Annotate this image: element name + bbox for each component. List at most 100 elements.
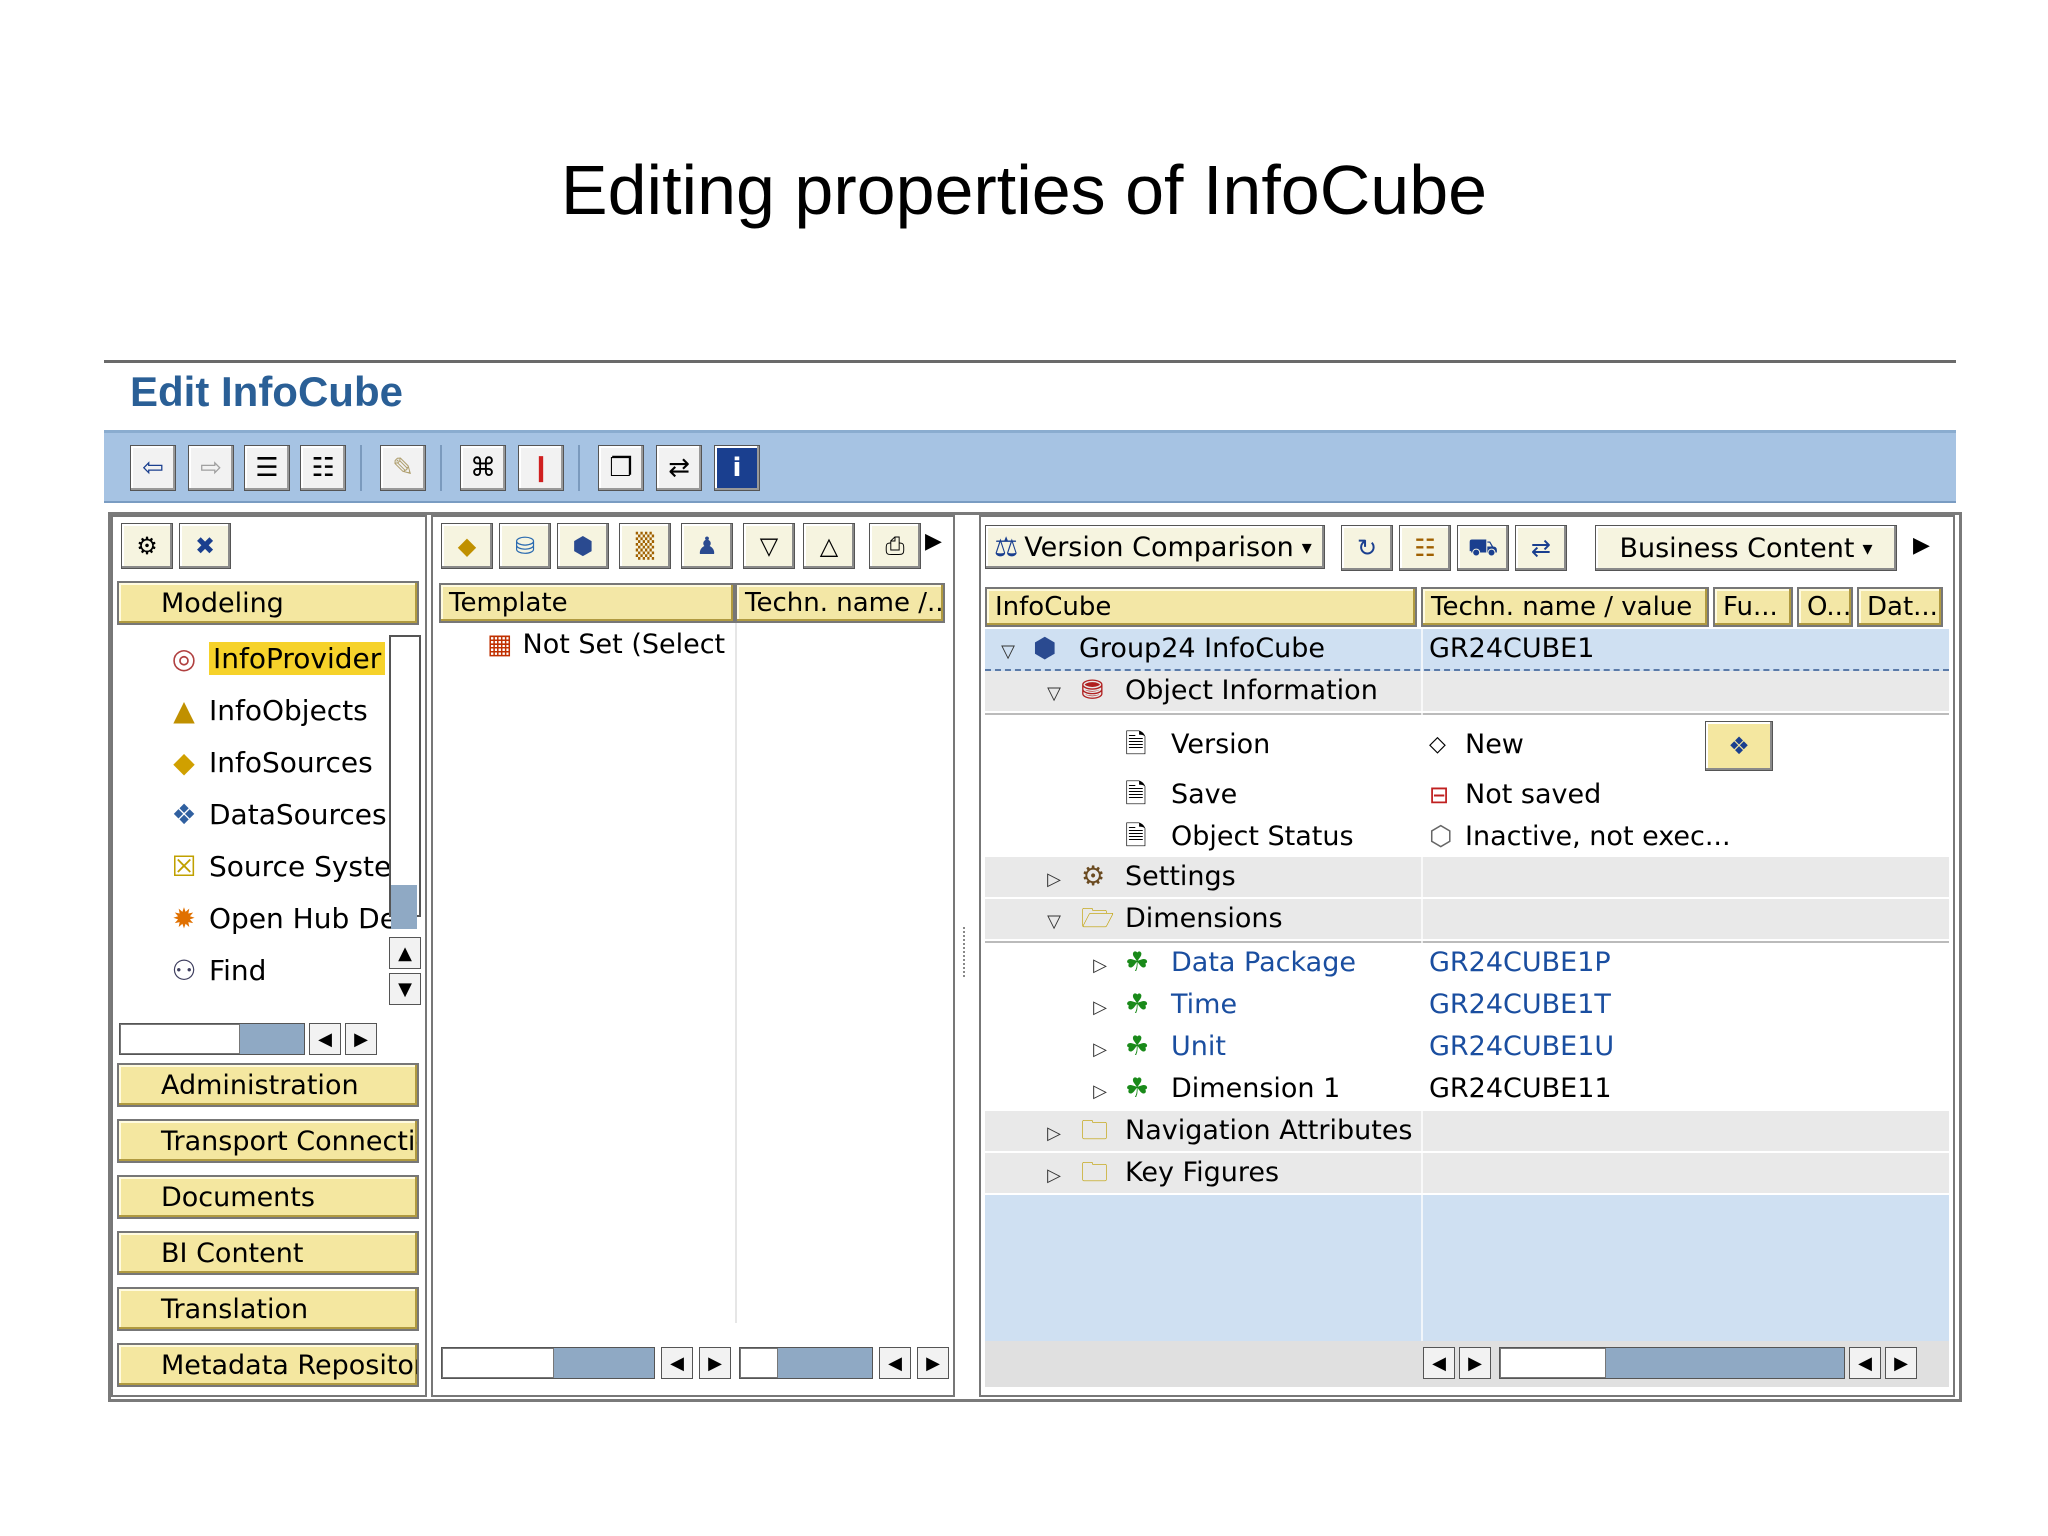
tree-row-unit[interactable]: ▷ ☘ Unit GR24CUBE1U [985,1027,1949,1067]
activate-icon[interactable]: ❙ [518,445,564,491]
scroll-right-icon[interactable]: ▶ [1459,1347,1491,1379]
scroll-left-icon[interactable]: ◀ [879,1347,911,1379]
refresh-icon[interactable]: ↻ [1341,525,1393,571]
scroll-thumb[interactable] [1500,1348,1606,1378]
back-icon[interactable]: ⇦ [130,445,176,491]
scroll-thumb[interactable] [442,1348,554,1378]
datasources-icon: ❖ [171,798,197,831]
tree-item-infoobjects[interactable]: ▲ InfoObjects [167,691,368,731]
scroll-left-icon[interactable]: ◀ [1849,1347,1881,1379]
column-header-fu[interactable]: Fu... [1713,587,1793,627]
tree-scroll-thumb[interactable] [391,885,417,929]
splitter-handle[interactable] [963,927,967,977]
check-icon[interactable]: ✎ [380,445,426,491]
column-header-template[interactable]: Template [439,583,735,623]
person-icon[interactable]: ♟ [681,523,733,569]
info-icon[interactable]: i [714,445,760,491]
template-hscrollbar-2[interactable] [739,1347,873,1379]
scroll-down-icon[interactable]: ▼ [389,973,421,1005]
tree-item-find[interactable]: ⚇ Find [167,951,266,991]
column-header-techn-name[interactable]: Techn. name /... [735,583,945,623]
print-icon[interactable]: ⎙ [869,523,921,569]
collapse-icon[interactable]: △ [803,523,855,569]
expand-arrow-icon[interactable]: ▷ [1041,857,1067,897]
editor-hscrollbar[interactable] [1499,1347,1845,1379]
scroll-thumb[interactable] [740,1348,778,1378]
database-icon[interactable]: ⛁ [499,523,551,569]
expand-arrow-icon[interactable]: ▷ [1087,1027,1113,1067]
column-header-techn-value[interactable]: Techn. name / value [1421,587,1709,627]
transfer-icon[interactable]: ⇄ [656,445,702,491]
infosource-icon[interactable]: ◆ [441,523,493,569]
tree-row-group24-infocube[interactable]: ▽ ⬢ Group24 InfoCube GR24CUBE1 [985,629,1949,671]
row-value: GR24CUBE1P [1429,947,1611,978]
column-header-o[interactable]: O... [1797,587,1853,627]
tree-vertical-scrollbar[interactable] [389,635,421,917]
tree-row-time[interactable]: ▷ ☘ Time GR24CUBE1T [985,985,1949,1025]
scroll-left-icon[interactable]: ◀ [309,1023,341,1055]
expand-icon[interactable]: ▽ [743,523,795,569]
tree-row-save[interactable]: 🗎 Save ⊟ Not saved [985,775,1949,815]
template-row-not-set[interactable]: ▦ Not Set (Select u [487,625,735,665]
tree-row-object-information[interactable]: ▽ ⛃ Object Information [985,671,1949,711]
settings-icon[interactable]: ⚙ [121,523,173,569]
column-header-infocube[interactable]: InfoCube [985,587,1417,627]
nav-section-metadata[interactable]: Metadata Repository [117,1343,419,1387]
scroll-left-icon[interactable]: ◀ [661,1347,693,1379]
column-header-dat[interactable]: Dat... [1857,587,1943,627]
tree-horizontal-scrollbar[interactable] [119,1023,305,1055]
hierarchy-icon[interactable]: ⌘ [460,445,506,491]
transfer-icon[interactable]: ⇄ [1515,525,1567,571]
tree-row-object-status[interactable]: 🗎 Object Status ⬡ Inactive, not exec... [985,817,1949,857]
tree-row-data-package[interactable]: ▷ ☘ Data Package GR24CUBE1P [985,943,1949,983]
collapse-arrow-icon[interactable]: ▽ [1041,899,1067,939]
scroll-right-icon[interactable]: ▶ [345,1023,377,1055]
scroll-thumb[interactable] [120,1024,240,1054]
tree-row-settings[interactable]: ▷ ⚙ Settings [985,857,1949,897]
nav-section-modeling[interactable]: Modeling [117,581,419,625]
scroll-right-icon[interactable]: ▶ [1885,1347,1917,1379]
row-label: Save [1171,779,1238,810]
version-comparison-button[interactable]: ⚖ Version Comparison ▾ [985,525,1325,569]
tree-item-infosources[interactable]: ◆ InfoSources [167,743,373,783]
scroll-right-icon[interactable]: ▶ [699,1347,731,1379]
tree-row-dimensions[interactable]: ▽ 🗁 Dimensions [985,899,1949,939]
scroll-right-icon[interactable]: ▶ [917,1347,949,1379]
expand-arrow-icon[interactable]: ▷ [1041,1111,1067,1151]
nav-section-documents[interactable]: Documents [117,1175,419,1219]
nav-section-transport[interactable]: Transport Connectio [117,1119,419,1163]
nav-section-bi-content[interactable]: BI Content [117,1231,419,1275]
close-icon[interactable]: ✖ [179,523,231,569]
scroll-left-icon[interactable]: ◀ [1423,1347,1455,1379]
expand-arrow-icon[interactable]: ▷ [1087,943,1113,983]
tree-row-key-figures[interactable]: ▷ 🗀 Key Figures [985,1153,1949,1193]
collapse-arrow-icon[interactable]: ▽ [995,629,1021,669]
version-action-icon[interactable]: ❖ [1705,721,1773,771]
scroll-up-icon[interactable]: ▲ [389,937,421,969]
expand-arrow-icon[interactable]: ▷ [1087,1069,1113,1109]
template-hscrollbar-1[interactable] [441,1347,655,1379]
tree-item-infoprovider[interactable]: ◎ InfoProvider [167,639,386,679]
tree-row-dimension-1[interactable]: ▷ ☘ Dimension 1 GR24CUBE11 [985,1069,1949,1109]
more-right-icon[interactable]: ▶ [925,529,942,554]
tree-row-navigation-attributes[interactable]: ▷ 🗀 Navigation Attributes [985,1111,1949,1151]
expand-arrow-icon[interactable]: ▷ [1041,1153,1067,1193]
tree-item-datasources[interactable]: ❖ DataSources [167,795,386,835]
tree-item-source-system[interactable]: ☒ Source Syste [167,847,391,887]
tree-icon[interactable]: ☷ [300,445,346,491]
tree-structure-icon[interactable]: ☷ [1399,525,1451,571]
tree-item-open-hub[interactable]: ✹ Open Hub De [167,899,397,939]
collapse-arrow-icon[interactable]: ▽ [1041,671,1067,711]
nav-section-translation[interactable]: Translation [117,1287,419,1331]
multiprovider-icon[interactable]: ▒ [619,523,671,569]
business-content-button[interactable]: Business Content ▾ [1595,525,1897,571]
display-list-icon[interactable]: ☰ [244,445,290,491]
more-right-icon[interactable]: ▶ [1913,533,1930,558]
cube-icon[interactable]: ⬢ [557,523,609,569]
copy-icon[interactable]: ❐ [598,445,644,491]
nav-section-administration[interactable]: Administration [117,1063,419,1107]
expand-arrow-icon[interactable]: ▷ [1087,985,1113,1025]
transport-icon[interactable]: ⛟ [1457,525,1509,571]
forward-icon[interactable]: ⇨ [188,445,234,491]
tree-row-version[interactable]: 🗎 Version ◇ New [985,725,1949,765]
